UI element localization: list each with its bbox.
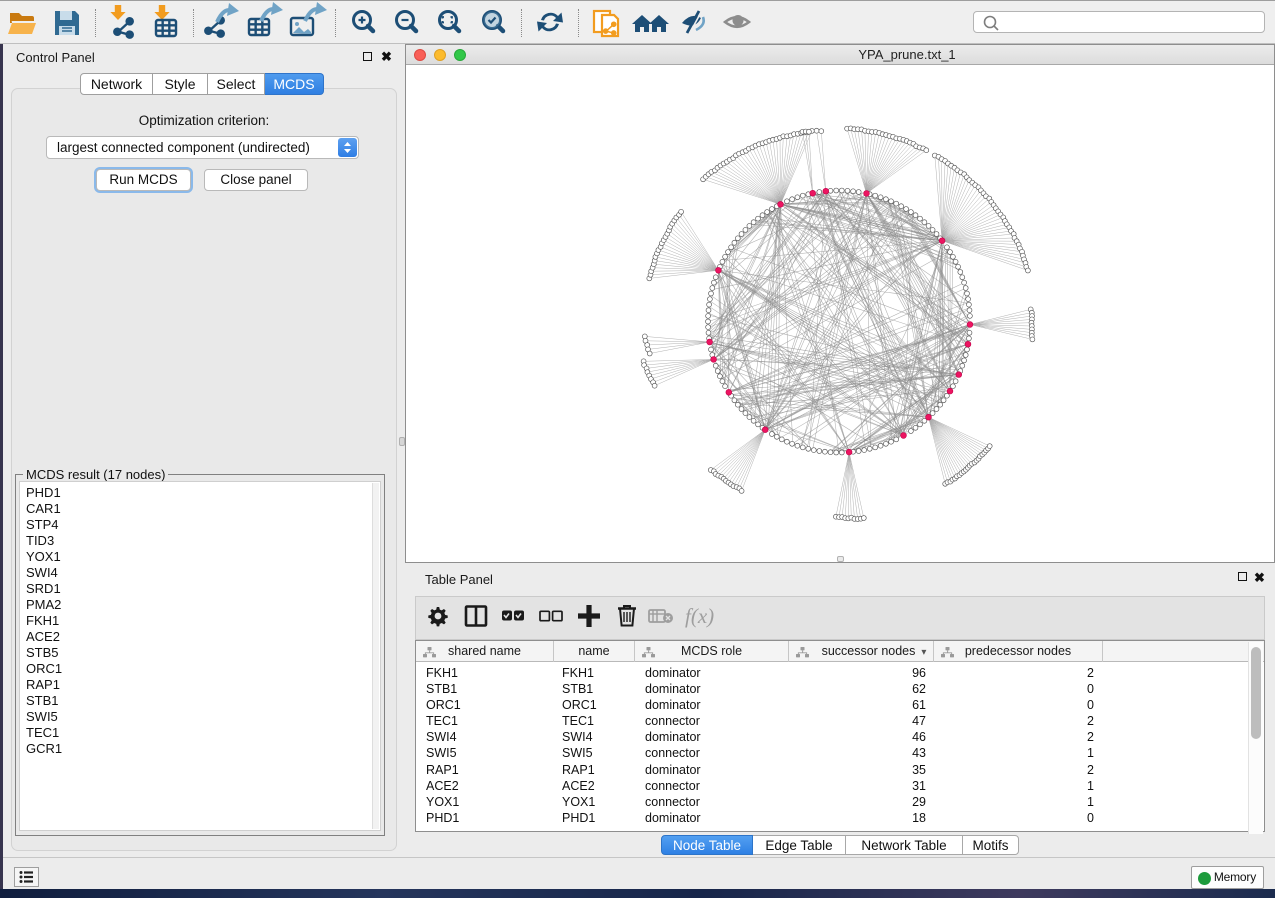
svg-text:f(x): f(x) — [685, 604, 714, 628]
